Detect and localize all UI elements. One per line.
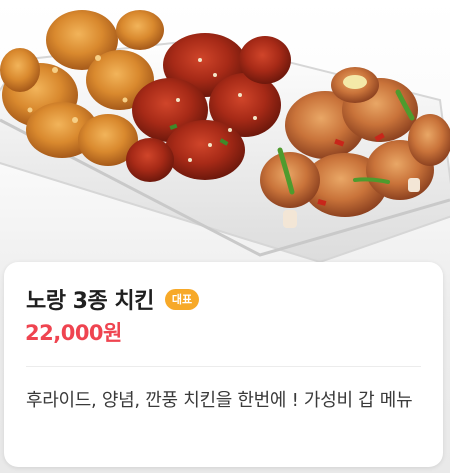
product-price: 22,000원 — [25, 321, 122, 345]
chicken-platter-illustration — [0, 10, 450, 264]
product-description: 후라이드, 양념, 깐풍 치킨을 한번에 ! 가성비 갑 메뉴 — [26, 390, 413, 411]
product-info-card: 노랑 3종 치킨 대표 22,000원 후라이드, 양념, 깐풍 치킨을 한번에… — [4, 262, 443, 467]
product-photo — [0, 0, 450, 270]
product-name: 노랑 3종 치킨 — [26, 289, 154, 314]
representative-badge: 대표 — [164, 288, 200, 310]
divider — [26, 366, 421, 367]
title-row: 노랑 3종 치킨 대표 — [26, 284, 200, 314]
menu-detail-page: 노랑 3종 치킨 대표 22,000원 후라이드, 양념, 깐풍 치킨을 한번에… — [0, 0, 450, 473]
